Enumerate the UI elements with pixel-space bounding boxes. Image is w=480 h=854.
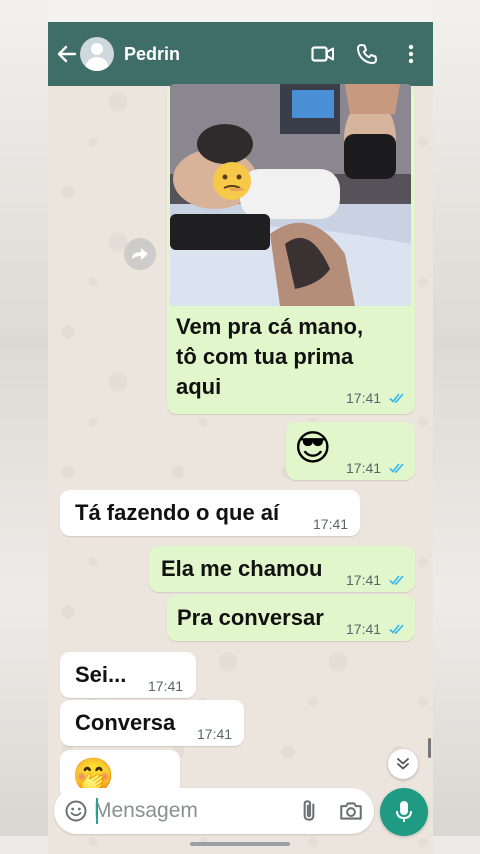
message-time: 17:41 <box>197 726 233 742</box>
message-text: Ela me chamou <box>161 556 323 581</box>
message-composer <box>54 788 374 834</box>
photo-content <box>170 84 411 306</box>
read-ticks-icon <box>389 575 404 585</box>
message-time: 17:41 <box>313 516 349 532</box>
outgoing-message[interactable]: Pra conversar 17:41 <box>167 595 415 641</box>
message-text: Conversa <box>75 710 176 735</box>
forward-button[interactable] <box>124 238 156 270</box>
incoming-message[interactable]: Sei... 17:41 <box>60 652 196 698</box>
phone-call-icon <box>357 44 377 64</box>
message-time: 17:41 <box>346 572 382 588</box>
menu-button[interactable] <box>389 32 433 76</box>
camera-icon[interactable] <box>338 798 364 824</box>
image-caption-line: aqui <box>176 374 222 399</box>
voice-call-button[interactable] <box>345 32 389 76</box>
message-time: 17:41 <box>148 678 184 694</box>
chat-header: Pedrin <box>48 22 433 86</box>
incoming-message[interactable]: Conversa 17:41 <box>60 700 244 746</box>
arrow-left-icon <box>57 45 77 63</box>
emoji-content: 😎 <box>294 427 332 468</box>
image-message[interactable]: Vem pra cá mano, tô com tua prima aqui 1… <box>167 84 415 414</box>
message-time: 17:41 <box>346 460 382 476</box>
image-caption-line: Vem pra cá mano, <box>176 314 364 339</box>
emoji-message[interactable]: 😎 17:41 <box>286 422 415 480</box>
message-text: Tá fazendo o que aí <box>75 500 280 525</box>
more-vert-icon <box>408 44 414 64</box>
image-caption-line: tô com tua prima <box>176 344 354 369</box>
voice-message-button[interactable] <box>380 788 428 836</box>
double-chevron-down-icon <box>397 758 409 770</box>
forward-icon <box>132 248 148 260</box>
message-time: 17:41 <box>346 390 382 406</box>
video-call-icon <box>311 46 334 62</box>
chat-screen: Pedrin Vem pra cá mano, tô com tua prima… <box>48 22 433 854</box>
message-list[interactable]: Vem pra cá mano, tô com tua prima aqui 1… <box>48 84 433 800</box>
text-cursor <box>96 798 98 824</box>
top-background <box>0 0 480 22</box>
outgoing-message[interactable]: Ela me chamou 17:41 <box>149 546 415 592</box>
contact-name[interactable]: Pedrin <box>124 44 301 65</box>
gesture-navigation-bar[interactable] <box>190 842 290 846</box>
right-blurred-margin <box>432 0 480 854</box>
video-call-button[interactable] <box>301 32 345 76</box>
message-input[interactable] <box>94 794 294 828</box>
incoming-message[interactable]: Tá fazendo o que aí 17:41 <box>60 490 360 536</box>
message-text: Pra conversar <box>177 605 324 630</box>
left-blurred-margin <box>0 0 48 854</box>
scroll-to-bottom-button[interactable] <box>388 749 418 779</box>
read-ticks-icon <box>389 463 404 473</box>
message-time: 17:41 <box>346 621 382 637</box>
emoji-icon[interactable] <box>64 799 88 823</box>
paperclip-icon[interactable] <box>296 798 322 824</box>
read-ticks-icon <box>389 624 404 634</box>
avatar[interactable] <box>80 37 114 71</box>
message-text: Sei... <box>75 662 127 687</box>
mic-icon <box>396 801 412 822</box>
scrollbar[interactable] <box>428 738 431 758</box>
back-button[interactable] <box>54 34 80 74</box>
shared-photo[interactable] <box>170 84 411 306</box>
read-ticks-icon <box>389 393 404 403</box>
